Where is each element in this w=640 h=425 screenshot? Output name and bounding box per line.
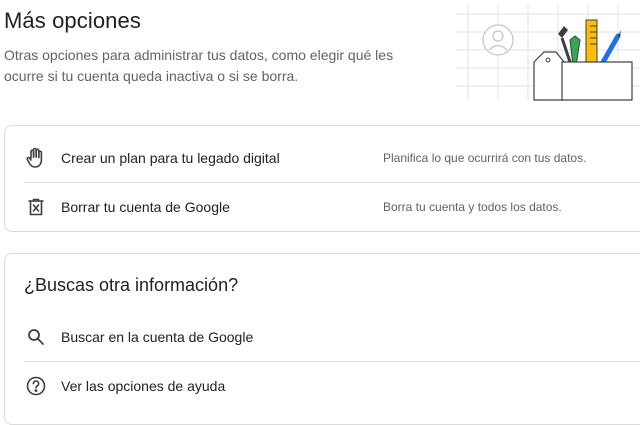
digital-legacy-label: Crear un plan para tu legado digital	[61, 149, 280, 166]
search-icon	[24, 325, 48, 349]
options-card: Crear un plan para tu legado digital Pla…	[4, 125, 640, 232]
search-account-link[interactable]: Buscar en la cuenta de Google	[5, 312, 640, 361]
toolbox-illustration	[456, 4, 640, 101]
more-options-header: Más opciones Otras opciones para adminis…	[0, 0, 640, 110]
search-account-label: Buscar en la cuenta de Google	[61, 328, 254, 345]
more-info-heading: ¿Buscas otra información?	[24, 275, 239, 295]
delete-account-label: Borrar tu cuenta de Google	[61, 198, 230, 215]
digital-legacy-description: Planifica lo que ocurrirá con tus datos.	[383, 150, 587, 165]
page-title: Más opciones	[4, 8, 141, 33]
digital-legacy-option[interactable]: Crear un plan para tu legado digital Pla…	[5, 133, 640, 182]
page-description: Otras opciones para administrar tus dato…	[4, 47, 394, 84]
help-options-label: Ver las opciones de ayuda	[61, 377, 226, 394]
hand-icon	[24, 146, 48, 170]
help-icon	[24, 374, 48, 398]
delete-account-option[interactable]: Borrar tu cuenta de Google Borra tu cuen…	[5, 182, 640, 231]
more-info-card: ¿Buscas otra información? Buscar en la c…	[4, 253, 640, 425]
delete-account-description: Borra tu cuenta y todos los datos.	[383, 199, 562, 214]
delete-account-icon	[24, 195, 48, 219]
help-options-link[interactable]: Ver las opciones de ayuda	[5, 361, 640, 410]
